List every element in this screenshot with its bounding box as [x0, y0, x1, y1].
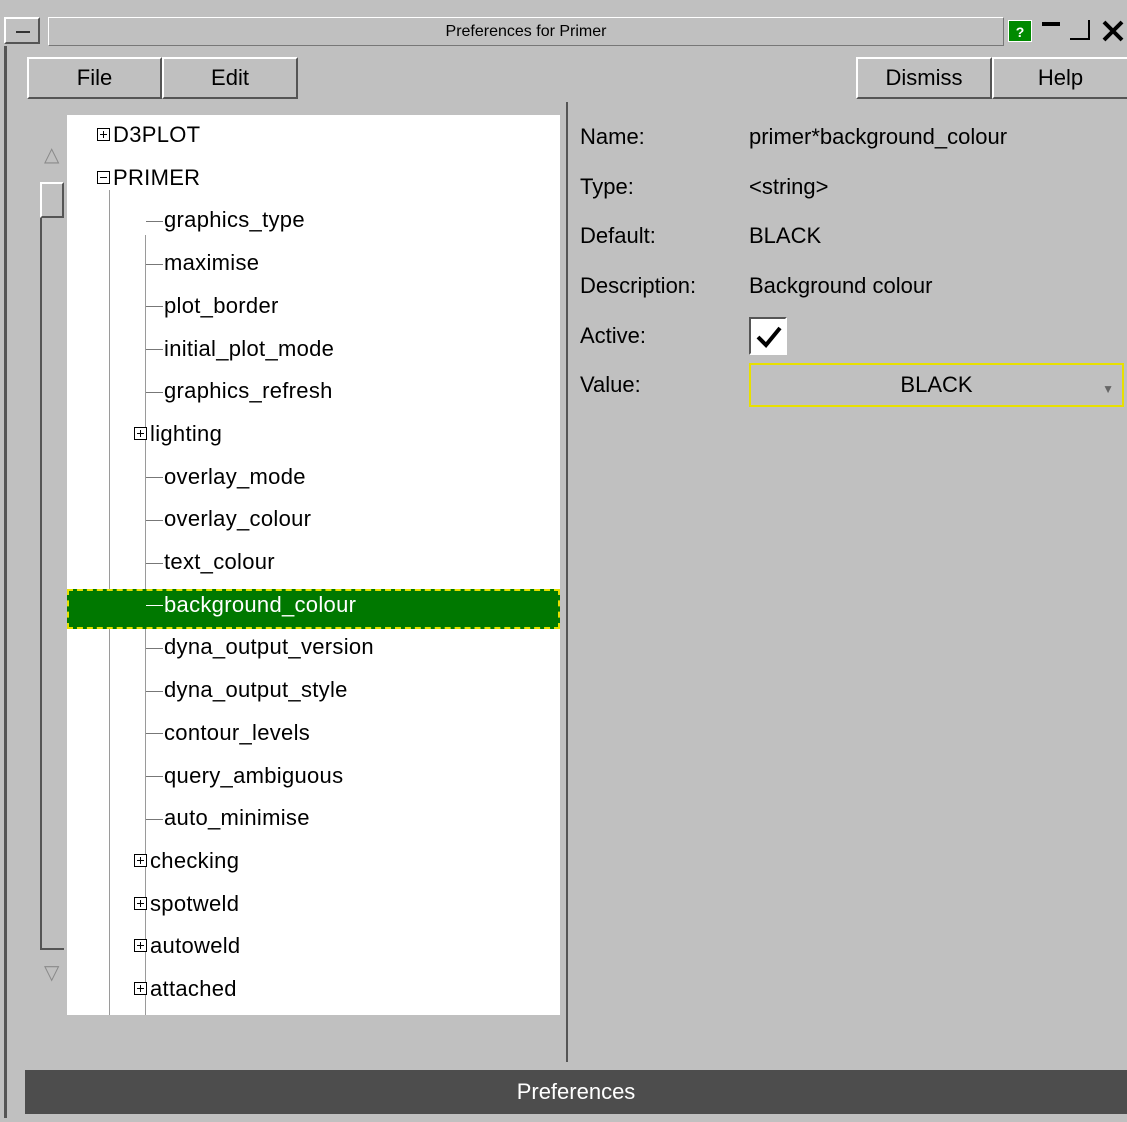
expand-icon[interactable]	[134, 427, 147, 441]
status-bar: Preferences	[25, 1070, 1127, 1114]
tree-connector	[146, 349, 163, 351]
default-value: BLACK	[749, 223, 822, 248]
minimize-icon[interactable]	[1040, 20, 1062, 42]
active-label: Active:	[580, 323, 647, 348]
tree-leaf-initial-plot-mode[interactable]: initial_plot_mode	[146, 331, 334, 367]
expand-icon[interactable]	[134, 896, 147, 910]
file-menu-button[interactable]: File	[27, 57, 162, 99]
dropdown-arrow-icon: ▼	[1102, 382, 1114, 396]
scroll-up-arrow-icon[interactable]: △	[44, 142, 59, 167]
value-dropdown-selected: BLACK	[900, 372, 973, 397]
tree-leaf-text-colour[interactable]: text_colour	[146, 544, 275, 580]
tree-leaf-overlay-mode[interactable]: overlay_mode	[146, 459, 306, 495]
close-icon[interactable]	[1098, 20, 1127, 42]
tree-connector	[146, 648, 163, 650]
edit-menu-button[interactable]: Edit	[162, 57, 298, 99]
collapse-icon[interactable]	[97, 170, 110, 184]
tree-group-lighting[interactable]: lighting	[134, 416, 222, 452]
scrollbar-thumb[interactable]	[40, 182, 64, 218]
tree-connector	[146, 519, 163, 521]
tree-node-label: checking	[150, 847, 240, 873]
window-title: Preferences for Primer	[48, 17, 1004, 46]
tree-group-attached[interactable]: attached	[134, 971, 237, 1007]
tree-node-label: query_ambiguous	[164, 762, 344, 788]
tree-node-label: background_colour	[164, 591, 357, 617]
window-frame	[4, 46, 7, 1122]
tree-connector	[146, 221, 163, 223]
tree-node-label: D3PLOT	[113, 122, 201, 147]
tree-leaf-contour-levels[interactable]: contour_levels	[146, 715, 310, 751]
title-bar: Preferences for Primer ?	[0, 0, 1127, 46]
tree-node-primer[interactable]: PRIMER	[97, 160, 200, 196]
preferences-tree: D3PLOT PRIMER graphics_type maximise plot_bo…	[67, 115, 560, 1015]
maximize-icon[interactable]	[1068, 20, 1094, 42]
tree-leaf-maximise[interactable]: maximise	[146, 245, 259, 281]
tree-group-autoweld[interactable]: autoweld	[134, 928, 240, 964]
tree-connector	[146, 391, 163, 393]
tree-node-label: initial_plot_mode	[164, 335, 335, 361]
tree-group-spotweld[interactable]: spotweld	[134, 886, 239, 922]
tree-leaf-graphics-refresh[interactable]: graphics_refresh	[146, 373, 333, 409]
tree-node-label: graphics_refresh	[164, 378, 333, 404]
scroll-down-arrow-icon[interactable]: ▽	[44, 960, 59, 985]
tree-node-label: spotweld	[150, 890, 240, 916]
pane-splitter[interactable]	[566, 102, 568, 1062]
type-value: <string>	[749, 174, 829, 199]
dismiss-button[interactable]: Dismiss	[856, 57, 992, 99]
tree-leaf-overlay-colour[interactable]: overlay_colour	[146, 501, 311, 537]
tree-node-label: overlay_colour	[164, 506, 312, 532]
tree-node-label: lighting	[150, 420, 223, 446]
tree-node-label: contour_levels	[164, 719, 311, 745]
tree-connector	[146, 263, 163, 265]
tree-connector	[146, 776, 163, 778]
tree-leaf-plot-border[interactable]: plot_border	[146, 288, 279, 324]
tree-node-label: autoweld	[150, 933, 241, 959]
tree-connector	[146, 605, 163, 607]
tree-connector	[146, 477, 163, 479]
tree-node-label: dyna_output_style	[164, 677, 348, 703]
tree-leaf-background-colour[interactable]: background_colour	[146, 587, 356, 623]
tree-node-label: text_colour	[164, 549, 275, 574]
vertical-scrollbar[interactable]	[40, 182, 64, 950]
name-value: primer*background_colour	[749, 124, 1008, 149]
tree-node-label: maximise	[164, 250, 260, 276]
tree-connector	[146, 733, 163, 735]
tree-leaf-dyna-output-version[interactable]: dyna_output_version	[146, 629, 374, 665]
tree-node-label: dyna_output_version	[164, 634, 374, 660]
window-menu-button[interactable]	[0, 17, 44, 46]
expand-icon[interactable]	[97, 128, 110, 142]
checkmark-icon	[756, 326, 782, 348]
tree-node-label: auto_minimise	[164, 805, 310, 831]
tree-connector	[146, 306, 163, 308]
expand-icon[interactable]	[134, 939, 147, 953]
tree-leaf-dyna-output-style[interactable]: dyna_output_style	[146, 672, 348, 708]
tree-node-label: overlay_mode	[164, 463, 306, 489]
tree-connector	[146, 818, 163, 820]
window-bottom-edge	[0, 1118, 1127, 1122]
tree-node-label: graphics_type	[164, 207, 305, 233]
tree-node-label: attached	[150, 976, 237, 1001]
default-label: Default:	[580, 223, 656, 248]
window-menu-icon	[16, 31, 30, 33]
help-icon[interactable]: ?	[1008, 20, 1032, 42]
tree-node-label: plot_border	[164, 292, 279, 318]
tree-leaf-graphics-type[interactable]: graphics_type	[146, 202, 305, 238]
value-label: Value:	[580, 372, 641, 397]
expand-icon[interactable]	[134, 854, 147, 868]
tree-connector	[146, 690, 163, 692]
help-button[interactable]: Help	[992, 57, 1127, 99]
name-label: Name:	[580, 124, 645, 149]
value-dropdown[interactable]: BLACK ▼	[749, 363, 1124, 407]
active-checkbox[interactable]	[749, 317, 787, 355]
tree-leaf-auto-minimise[interactable]: auto_minimise	[146, 800, 310, 836]
type-label: Type:	[580, 174, 634, 199]
tree-node-label: PRIMER	[113, 164, 201, 190]
description-label: Description:	[580, 273, 697, 298]
tree-node-d3plot[interactable]: D3PLOT	[97, 117, 200, 153]
tree-leaf-query-ambiguous[interactable]: query_ambiguous	[146, 758, 343, 794]
tree-group-checking[interactable]: checking	[134, 843, 239, 879]
tree-connector	[146, 562, 163, 564]
description-value: Background colour	[749, 273, 933, 298]
expand-icon[interactable]	[134, 982, 147, 996]
